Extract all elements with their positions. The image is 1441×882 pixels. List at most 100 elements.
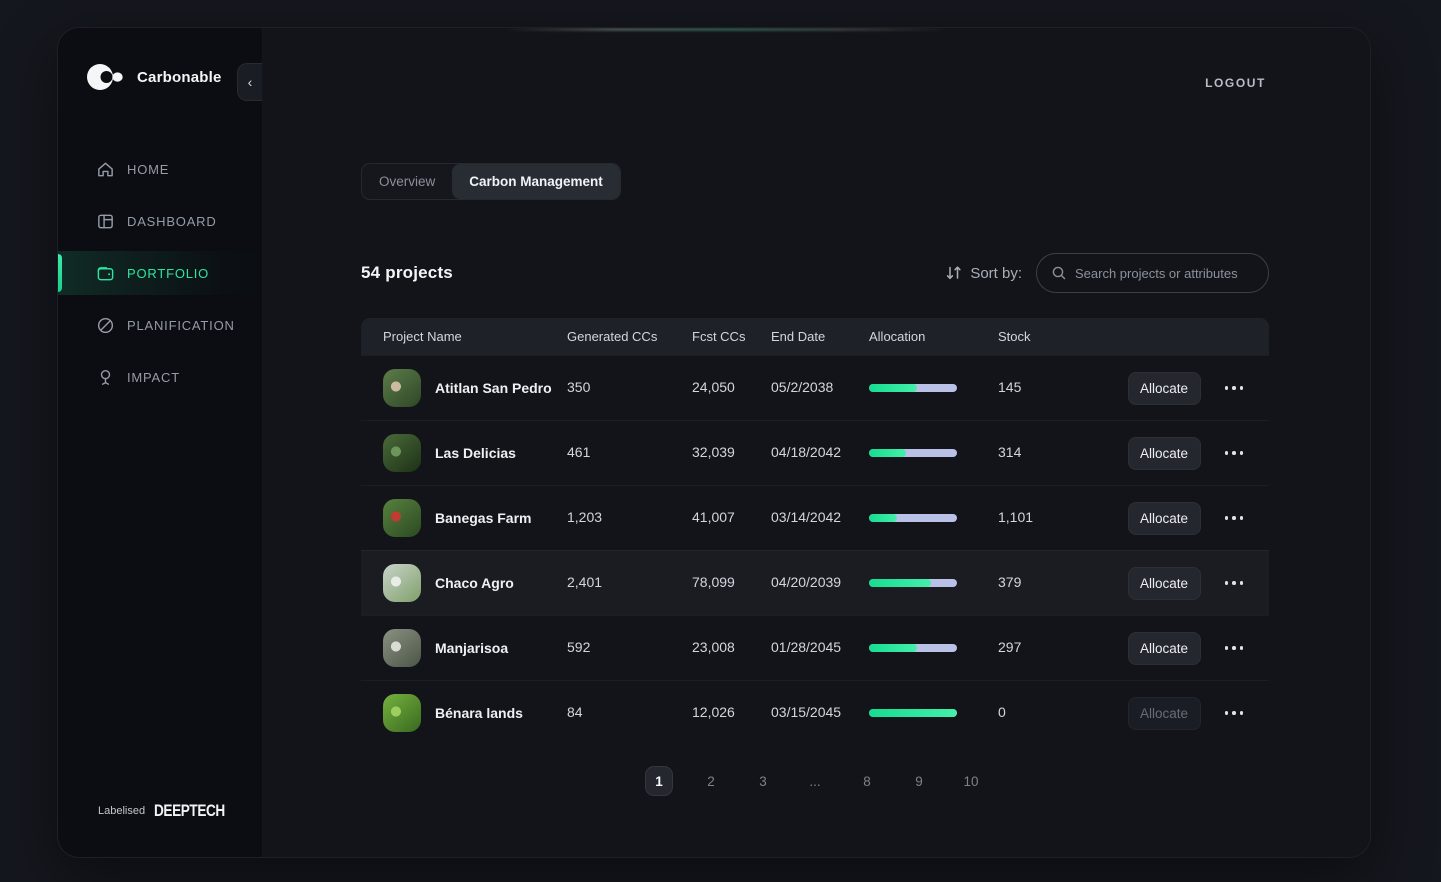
page-button-9[interactable]: 9 — [905, 766, 933, 796]
more-options-icon[interactable] — [1223, 640, 1246, 656]
table-row[interactable]: Atitlan San Pedro 350 24,050 05/2/2038 1… — [361, 355, 1269, 420]
deeptech-logo: DEEPTECH — [154, 801, 225, 820]
sort-arrows-icon — [945, 265, 963, 281]
stock-value: 0 — [998, 704, 1006, 720]
generated-ccs-value: 592 — [567, 639, 591, 655]
project-name: Banegas Farm — [435, 510, 532, 526]
allocate-button[interactable]: Allocate — [1127, 371, 1201, 405]
allocate-button[interactable]: Allocate — [1127, 501, 1201, 535]
search-input[interactable] — [1075, 265, 1254, 281]
page-button-10[interactable]: 10 — [957, 766, 985, 796]
projects-toolbar: 54 projects Sort by: — [361, 253, 1269, 293]
page-button-1[interactable]: 1 — [645, 766, 673, 796]
sidebar-item-portfolio[interactable]: PORTFOLIO — [58, 251, 262, 295]
more-options-icon[interactable] — [1223, 575, 1246, 591]
table-row[interactable]: Chaco Agro 2,401 78,099 04/20/2039 379 A… — [361, 550, 1269, 615]
stock-value: 379 — [998, 574, 1022, 590]
sidebar-item-planification[interactable]: PLANIFICATION — [58, 303, 262, 347]
page-button-8[interactable]: 8 — [853, 766, 881, 796]
tree-icon — [96, 368, 115, 387]
col-end-date: End Date — [771, 329, 826, 344]
allocation-progress — [869, 579, 957, 587]
end-date-value: 03/14/2042 — [771, 509, 842, 525]
fcst-ccs-value: 24,050 — [692, 379, 735, 395]
sidebar-item-impact[interactable]: IMPACT — [58, 355, 262, 399]
table-row[interactable]: Bénara lands 84 12,026 03/15/2045 0 Allo… — [361, 680, 1269, 745]
allocate-button[interactable]: Allocate — [1127, 566, 1201, 600]
page-button-2[interactable]: 2 — [697, 766, 725, 796]
allocation-progress — [869, 514, 957, 522]
page-button-3[interactable]: 3 — [749, 766, 777, 796]
projects-table: Project Name Generated CCs Fcst CCs End … — [361, 318, 1269, 745]
more-options-icon[interactable] — [1223, 705, 1246, 721]
view-tabs: Overview Carbon Management — [361, 163, 621, 200]
carbonable-logo-icon — [86, 59, 128, 95]
pagination: 1 2 3 ... 8 9 10 — [361, 763, 1269, 799]
fcst-ccs-value: 41,007 — [692, 509, 735, 525]
project-avatar — [383, 629, 421, 667]
chevron-left-icon: ‹ — [247, 74, 253, 90]
stock-value: 1,101 — [998, 509, 1034, 525]
fcst-ccs-value: 12,026 — [692, 704, 735, 720]
allocation-progress — [869, 449, 957, 457]
allocate-button[interactable]: Allocate — [1127, 436, 1201, 470]
project-avatar — [383, 369, 421, 407]
sidebar-collapse-button[interactable]: ‹ — [237, 63, 262, 101]
generated-ccs-value: 350 — [567, 379, 591, 395]
labelised-text: Labelised — [98, 805, 146, 817]
col-generated-ccs: Generated CCs — [567, 329, 658, 344]
fcst-ccs-value: 78,099 — [692, 574, 735, 590]
project-avatar — [383, 564, 421, 602]
end-date-value: 05/2/2038 — [771, 379, 834, 395]
more-options-icon[interactable] — [1223, 380, 1246, 396]
stock-value: 297 — [998, 639, 1022, 655]
project-avatar — [383, 499, 421, 537]
logout-button[interactable]: LOGOUT — [1205, 76, 1266, 90]
sidebar-nav: HOME DASHBOARD PORTFOLIO PLANIFICATION I… — [58, 147, 262, 399]
brand-name: Carbonable — [137, 68, 222, 86]
brand-logo[interactable]: Carbonable — [86, 59, 222, 95]
fcst-ccs-value: 32,039 — [692, 444, 735, 460]
col-project-name: Project Name — [383, 329, 462, 344]
more-options-icon[interactable] — [1223, 510, 1246, 526]
project-name: Bénara lands — [435, 705, 523, 721]
search-icon — [1051, 265, 1067, 281]
sort-control[interactable]: Sort by: — [945, 265, 1022, 282]
sidebar-footer: Labelised DEEPTECH — [98, 801, 243, 821]
sidebar-item-home[interactable]: HOME — [58, 147, 262, 191]
end-date-value: 04/20/2039 — [771, 574, 842, 590]
sort-label: Sort by: — [970, 264, 1022, 282]
project-name: Atitlan San Pedro — [435, 380, 552, 396]
end-date-value: 01/28/2045 — [771, 639, 842, 655]
project-name: Chaco Agro — [435, 575, 514, 591]
generated-ccs-value: 2,401 — [567, 574, 603, 590]
wallet-icon — [96, 264, 115, 283]
allocation-progress — [869, 384, 957, 392]
stock-value: 314 — [998, 444, 1022, 460]
allocation-progress — [869, 644, 957, 652]
sidebar-item-label: PORTFOLIO — [127, 265, 210, 281]
sidebar-item-label: IMPACT — [127, 369, 180, 385]
stock-value: 145 — [998, 379, 1022, 395]
more-options-icon[interactable] — [1223, 445, 1246, 461]
projects-count: 54 projects — [361, 263, 453, 282]
allocate-button[interactable]: Allocate — [1127, 631, 1201, 665]
generated-ccs-value: 84 — [567, 704, 583, 720]
col-stock: Stock — [998, 329, 1031, 344]
main-content: LOGOUT Overview Carbon Management 54 pro… — [263, 28, 1370, 857]
project-avatar — [383, 694, 421, 732]
fcst-ccs-value: 23,008 — [692, 639, 735, 655]
end-date-value: 04/18/2042 — [771, 444, 842, 460]
table-row[interactable]: Banegas Farm 1,203 41,007 03/14/2042 1,1… — [361, 485, 1269, 550]
sidebar-item-dashboard[interactable]: DASHBOARD — [58, 199, 262, 243]
home-icon — [96, 160, 115, 179]
tab-overview[interactable]: Overview — [362, 164, 452, 199]
generated-ccs-value: 461 — [567, 444, 591, 460]
tab-carbon-management[interactable]: Carbon Management — [452, 164, 620, 199]
table-row[interactable]: Manjarisoa 592 23,008 01/28/2045 297 All… — [361, 615, 1269, 680]
sidebar-item-label: PLANIFICATION — [127, 317, 235, 333]
search-box[interactable] — [1036, 253, 1269, 293]
table-row[interactable]: Las Delicias 461 32,039 04/18/2042 314 A… — [361, 420, 1269, 485]
generated-ccs-value: 1,203 — [567, 509, 603, 525]
project-avatar — [383, 434, 421, 472]
